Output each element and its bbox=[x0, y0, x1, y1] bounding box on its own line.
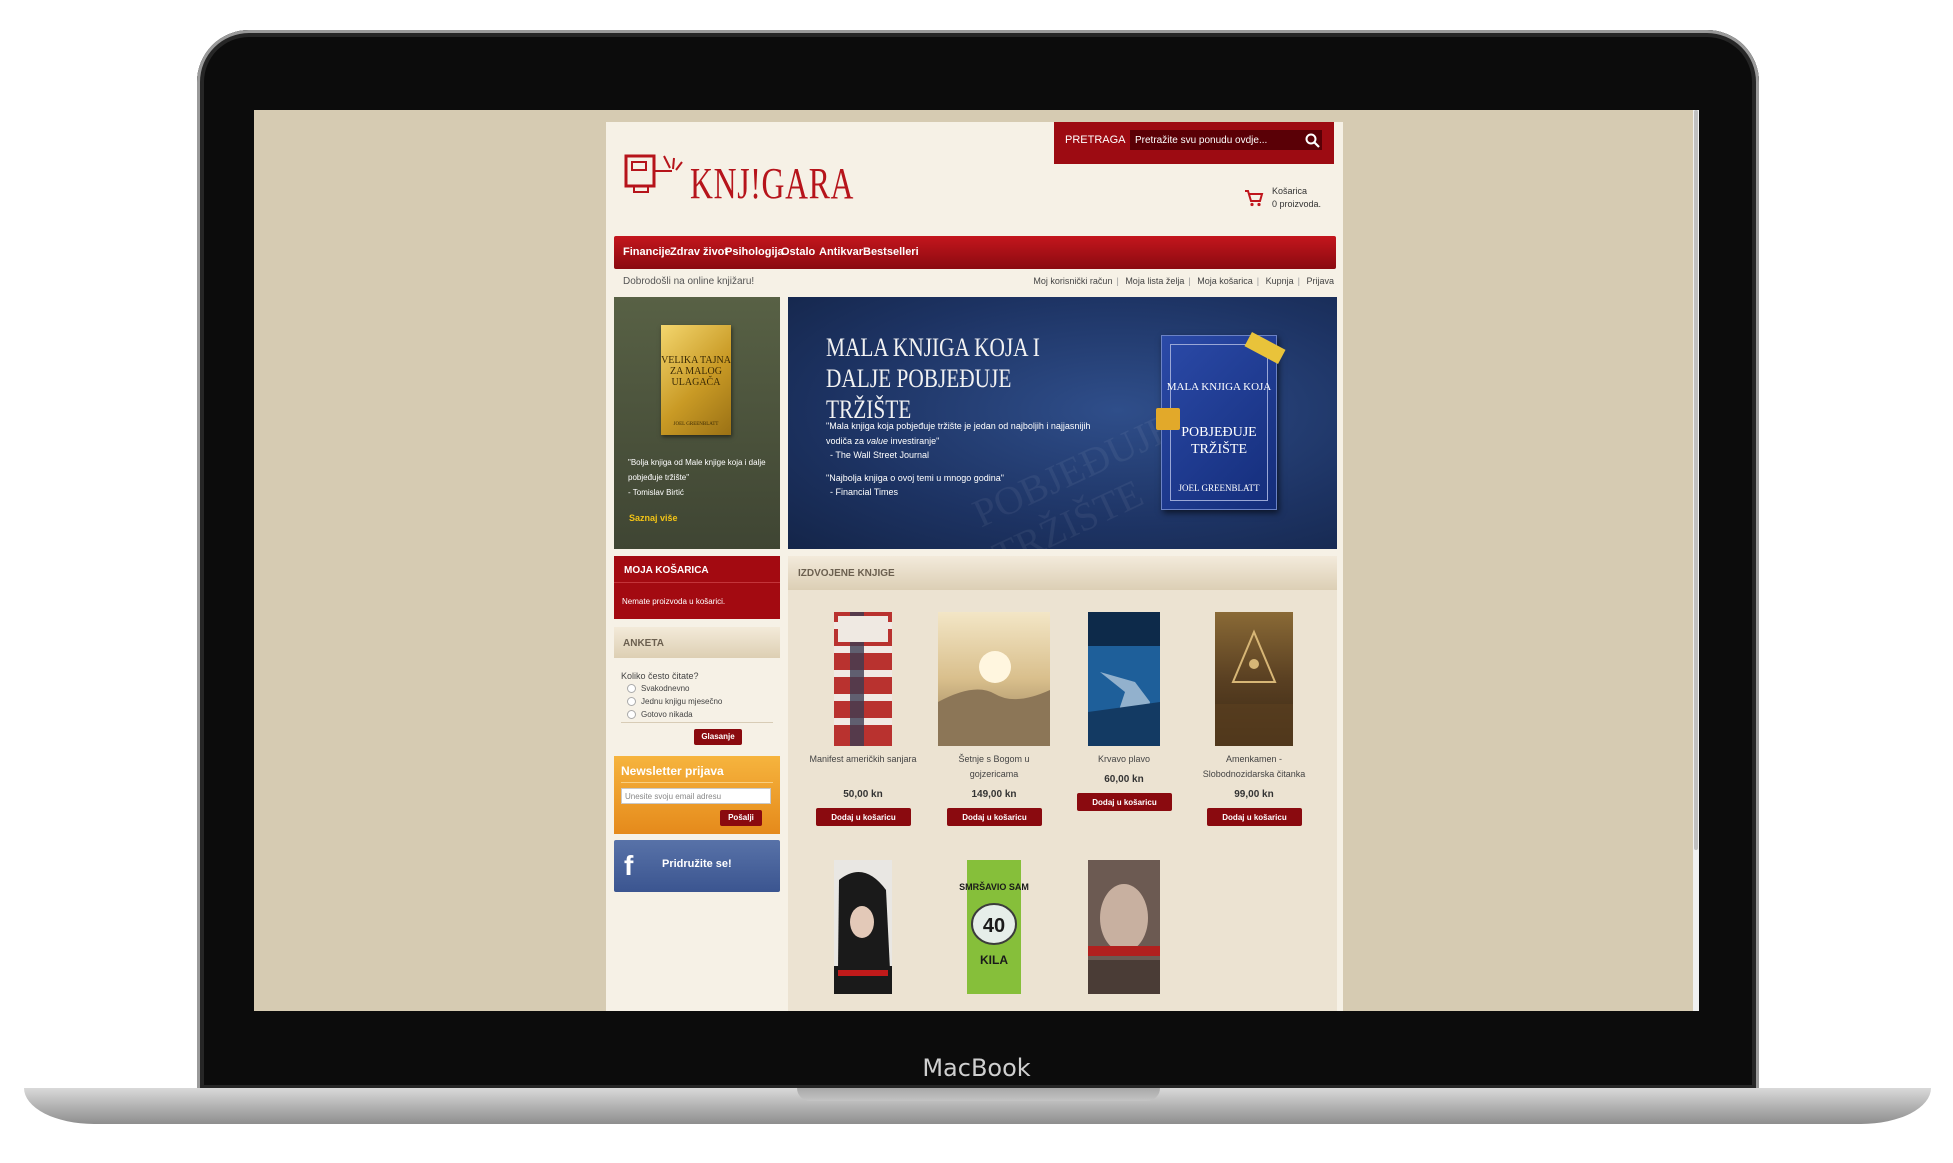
cart-box-empty: Nemate proizvoda u košarici. bbox=[622, 597, 726, 606]
hero-banner[interactable]: POBJEĐUJE TRŽIŠTE MALA KNJIGA KOJA I DAL… bbox=[788, 297, 1337, 549]
welcome-message: Dobrodošli na online knjižaru! bbox=[623, 276, 755, 287]
newsletter-title: Newsletter prijava bbox=[621, 764, 724, 778]
nav-item-antikvar[interactable]: Antikvar bbox=[819, 246, 863, 258]
nav-item-ostalo[interactable]: Ostalo bbox=[781, 246, 815, 258]
banner-quote-2-source: - Financial Times bbox=[830, 487, 899, 497]
promo-quote-text: "Bolja knjiga od Male knjige koja i dalj… bbox=[628, 458, 766, 482]
book-cover-navucen[interactable] bbox=[804, 860, 922, 994]
nav-item-bestselleri[interactable]: Bestselleri bbox=[863, 246, 919, 258]
header-cart-title: Košarica bbox=[1272, 186, 1308, 196]
add-to-cart-button[interactable]: Dodaj u košaricu bbox=[816, 808, 911, 826]
poll-box: ANKETA Koliko često čitate? Svakodnevno … bbox=[614, 627, 780, 749]
store-page: KNJ!GARA PRETRAGA Košarica 0 proizvoda. … bbox=[606, 122, 1343, 1011]
radio-icon[interactable] bbox=[627, 684, 636, 694]
link-my-account[interactable]: Moj korisnički račun bbox=[1033, 276, 1112, 286]
banner-title: MALA KNJIGA KOJA I DALJE POBJEĐUJE TRŽIŠ… bbox=[826, 333, 1040, 424]
newsletter-email-input[interactable] bbox=[621, 788, 771, 804]
search-icon[interactable] bbox=[1304, 132, 1322, 150]
svg-text:SMRŠAVIO SAM: SMRŠAVIO SAM bbox=[959, 881, 1029, 892]
newsletter-box: Newsletter prijava Pošalji bbox=[614, 756, 780, 834]
link-login[interactable]: Prijava bbox=[1306, 276, 1334, 286]
book-box-logo-icon bbox=[624, 154, 683, 193]
book-cover-krvavo-plavo[interactable] bbox=[1065, 612, 1183, 746]
facebook-join-banner[interactable]: f Pridružite se! bbox=[614, 840, 780, 892]
promo-book-author: JOEL GREENBLATT bbox=[673, 422, 719, 427]
poll-option-daily[interactable]: Svakodnevno bbox=[627, 684, 689, 694]
search-input[interactable] bbox=[1130, 130, 1322, 150]
vote-button[interactable]: Glasanje bbox=[694, 729, 742, 745]
poll-option-monthly[interactable]: Jednu knjigu mjesečno bbox=[627, 697, 722, 707]
banner-quote-1-source: - The Wall Street Journal bbox=[830, 450, 930, 460]
search-box: PRETRAGA bbox=[1054, 122, 1334, 164]
add-to-cart-button[interactable]: Dodaj u košaricu bbox=[947, 808, 1042, 826]
book-cover-trebas-li[interactable] bbox=[1065, 860, 1183, 994]
nav-item-financije[interactable]: Financije bbox=[623, 246, 671, 258]
banner-book-top: MALA KNJIGA KOJA bbox=[1166, 381, 1272, 393]
facebook-icon: f bbox=[624, 850, 634, 881]
link-wishlist[interactable]: Moja lista želja bbox=[1125, 276, 1184, 286]
book-cover-setnje[interactable] bbox=[935, 612, 1053, 746]
product-title[interactable]: Manifest američkih sanjara bbox=[804, 752, 922, 767]
banner-book-main: POBJEĐUJE TRŽIŠTE bbox=[1181, 425, 1257, 457]
nav-item-psihologija[interactable]: Psihologija bbox=[725, 246, 784, 258]
main-nav: Financije Zdrav život Psihologija Ostalo… bbox=[614, 236, 1336, 269]
product-price: 60,00 kn bbox=[1104, 774, 1144, 785]
account-links: Moj korisnički račun | Moja lista želja | … bbox=[1033, 276, 1334, 286]
cart-box-title: MOJA KOŠARICA bbox=[624, 565, 709, 576]
banner-book-author: JOEL GREENBLATT bbox=[1178, 483, 1260, 493]
side-promo-banner[interactable]: VELIKA TAJNA ZA MALOG ULAGAČA JOEL GREEN… bbox=[614, 297, 780, 549]
book-cover-smrsavio-sam[interactable]: SMRŠAVIO SAM 40 KILA bbox=[935, 860, 1053, 994]
search-label: PRETRAGA bbox=[1065, 134, 1126, 146]
product-price: 50,00 kn bbox=[843, 789, 883, 800]
shopping-cart-icon bbox=[1245, 190, 1264, 207]
poll-title: ANKETA bbox=[623, 638, 664, 649]
poll-question: Koliko često čitate? bbox=[621, 671, 699, 681]
laptop-brand-label: MacBook bbox=[922, 1054, 1031, 1082]
banner-quote-2: "Najbolja knjiga o ovoj temi u mnogo god… bbox=[826, 472, 1004, 483]
featured-books: IZDVOJENE KNJIGE Manifest američkih sanj… bbox=[788, 556, 1337, 1011]
link-my-cart[interactable]: Moja košarica bbox=[1197, 276, 1253, 286]
logo-wordmark: KNJ!GARA bbox=[690, 159, 855, 208]
book-cover-amenkamen[interactable] bbox=[1195, 612, 1313, 746]
promo-quote-author: - Tomislav Birtić bbox=[628, 488, 684, 497]
banner-quote-1: "Mala knjiga koja pobjeđuje tržište je j… bbox=[826, 421, 1091, 446]
poll-divider bbox=[621, 722, 773, 723]
banner-quotes: "Mala knjiga koja pobjeđuje tržište je j… bbox=[826, 419, 1096, 500]
link-checkout[interactable]: Kupnja bbox=[1266, 276, 1294, 286]
add-to-cart-button[interactable]: Dodaj u košaricu bbox=[1077, 793, 1172, 811]
book-cover-manifest[interactable] bbox=[804, 612, 922, 746]
nav-item-zdrav-zivot[interactable]: Zdrav život bbox=[670, 246, 728, 258]
header-cart-count: 0 proizvoda. bbox=[1272, 199, 1322, 209]
svg-text:KILA: KILA bbox=[980, 953, 1008, 967]
cart-box: MOJA KOŠARICA Nemate proizvoda u košaric… bbox=[614, 556, 780, 619]
facebook-join-label: Pridružite se! bbox=[662, 858, 732, 870]
promo-quote: "Bolja knjiga od Male knjige koja i dalj… bbox=[628, 455, 773, 500]
promo-more-link[interactable]: Saznaj više bbox=[629, 513, 678, 523]
promo-book-title: VELIKA TAJNA ZA MALOG ULAGAČA bbox=[661, 355, 731, 388]
add-to-cart-button[interactable]: Dodaj u košaricu bbox=[1207, 808, 1302, 826]
product-title[interactable]: Šetnje s Bogom u gojzericama bbox=[935, 752, 1053, 782]
browser-viewport: KNJ!GARA PRETRAGA Košarica 0 proizvoda. … bbox=[254, 110, 1699, 1011]
scrollbar[interactable] bbox=[1693, 110, 1699, 1011]
promo-book-cover: VELIKA TAJNA ZA MALOG ULAGAČA JOEL GREEN… bbox=[661, 325, 731, 435]
featured-title: IZDVOJENE KNJIGE bbox=[798, 568, 895, 579]
laptop-notch bbox=[797, 1088, 1160, 1101]
product-price: 149,00 kn bbox=[971, 789, 1017, 800]
product-price: 99,00 kn bbox=[1234, 789, 1274, 800]
svg-text:40: 40 bbox=[983, 915, 1005, 937]
banner-book-cover: MALA KNJIGA KOJA POBJEĐUJE TRŽIŠTE JOEL … bbox=[1156, 332, 1286, 510]
scrollbar-thumb[interactable] bbox=[1694, 110, 1698, 850]
radio-icon[interactable] bbox=[627, 697, 636, 707]
radio-icon[interactable] bbox=[627, 710, 636, 720]
store-logo[interactable]: KNJ!GARA bbox=[624, 148, 853, 208]
product-title[interactable]: Krvavo plavo bbox=[1065, 752, 1183, 767]
newsletter-send-button[interactable]: Pošalji bbox=[720, 810, 762, 826]
product-title[interactable]: Amenkamen - Slobodnozidarska čitanka bbox=[1195, 752, 1313, 782]
header-cart[interactable]: Košarica 0 proizvoda. bbox=[1244, 184, 1334, 214]
poll-option-never[interactable]: Gotovo nikada bbox=[627, 710, 693, 720]
